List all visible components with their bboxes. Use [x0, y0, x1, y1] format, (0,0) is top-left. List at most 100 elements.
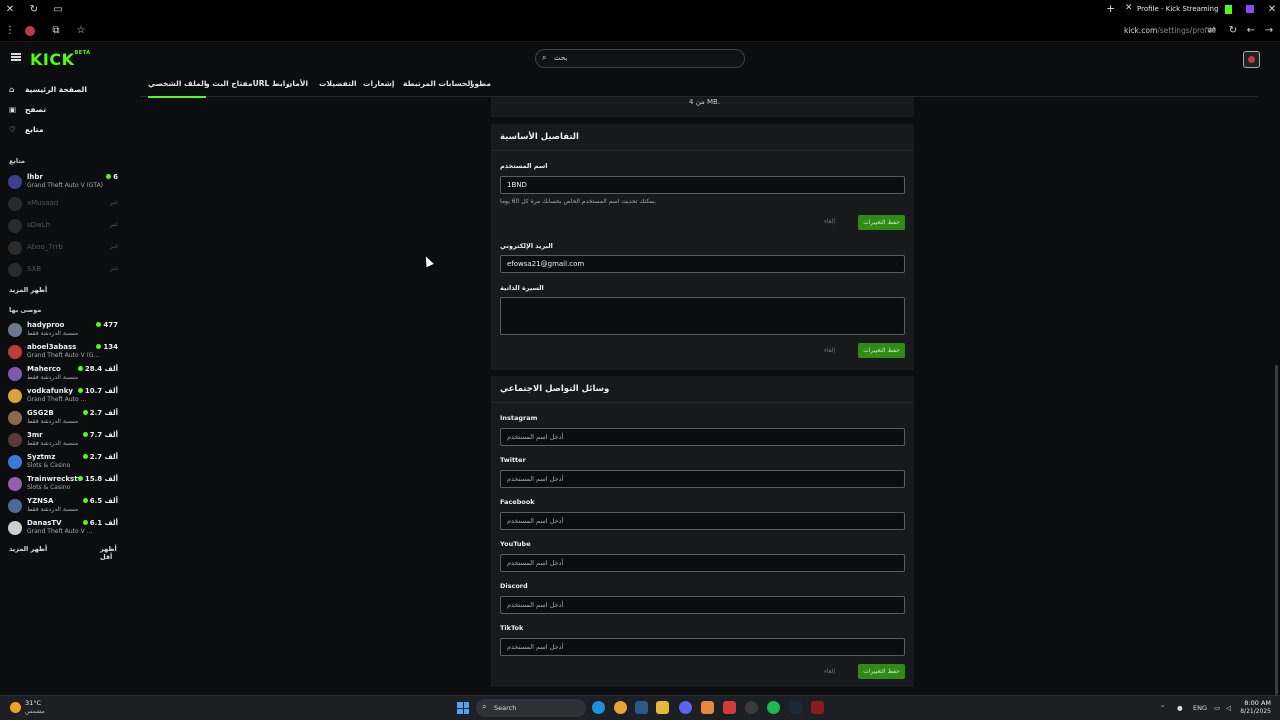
tab-close-icon[interactable]: ✕	[1125, 3, 1133, 13]
channel-item[interactable]: Maherco منصبة الدردشة فقط 28.4 ألف	[8, 364, 120, 384]
live-dot-icon	[77, 476, 83, 481]
extensions-icon[interactable]: ⧉	[49, 24, 63, 38]
sidebar-item-following[interactable]: ♡ متابع	[9, 125, 43, 134]
channel-item[interactable]: DanasTV Grand Theft Auto V ... 6.1 ألف	[8, 518, 120, 538]
clock-date[interactable]: 8/21/2025	[1236, 708, 1271, 715]
edge-icon[interactable]	[592, 701, 605, 714]
tab-connected-accounts[interactable]: الحسابات المرتبطة	[403, 79, 473, 88]
bio-textarea[interactable]	[500, 297, 905, 335]
taskbar-search[interactable]: ⌕ Search	[476, 699, 586, 717]
network-icon[interactable]: ▭	[1214, 704, 1220, 712]
channel-item[interactable]: Trainwreckstv Slots & Casino 15.8 ألف	[8, 474, 120, 494]
cancel-button[interactable]: إلغاء	[824, 218, 835, 225]
tab-security[interactable]: الأمان	[286, 79, 308, 88]
weather-temp[interactable]: 31°C	[25, 699, 41, 707]
kick-extension-icon[interactable]	[1225, 5, 1232, 14]
channel-item[interactable]: hadyproo منصبة الدردشة فقط 477	[8, 320, 120, 340]
sidebar-item-home[interactable]: ⌂ الصفحة الرئيسية	[9, 85, 87, 94]
steam-client-icon[interactable]	[789, 701, 802, 714]
channel-item[interactable]: xMusaad غير	[8, 194, 120, 214]
youtube-field[interactable]: أدخل اسم المستخدم	[500, 554, 905, 572]
window-icon[interactable]: ▭	[51, 3, 65, 17]
twitter-field[interactable]: أدخل اسم المستخدم	[500, 470, 905, 488]
viewer-count: 6	[106, 173, 118, 181]
channel-item[interactable]: Aboo_7rrb غير	[8, 238, 120, 258]
save-button[interactable]: حفظ التغييرات	[858, 664, 905, 679]
facebook-field[interactable]: أدخل اسم المستخدم	[500, 512, 905, 530]
sidebar-item-browse[interactable]: ▣ تصفح	[9, 105, 46, 114]
save-button[interactable]: حفظ التغييرات	[858, 215, 905, 230]
hamburger-menu-icon[interactable]	[11, 53, 21, 61]
tab-title[interactable]: Profile - Kick Streaming	[1137, 5, 1219, 13]
new-tab-icon[interactable]: +	[1106, 2, 1115, 15]
kick-logo[interactable]: KICKBETA	[30, 50, 91, 69]
cancel-button[interactable]: إلغاء	[824, 347, 835, 354]
discord-icon[interactable]	[679, 701, 692, 714]
mic-icon[interactable]: ●	[1177, 704, 1183, 712]
url-host: kick.com	[1124, 26, 1158, 35]
volume-icon[interactable]: ◁	[1226, 704, 1231, 712]
window-close-icon[interactable]: ✕	[1265, 3, 1279, 17]
channel-item[interactable]: SXB غير	[8, 260, 120, 280]
reload-icon[interactable]: ↻	[27, 3, 41, 17]
tab-notifications[interactable]: إشعارات	[363, 79, 394, 88]
app-red-icon[interactable]	[723, 701, 736, 714]
clock-time[interactable]: 8:00 AM	[1241, 699, 1271, 707]
obs-icon[interactable]	[745, 701, 758, 714]
language-indicator[interactable]: ENG	[1193, 704, 1207, 712]
cancel-button[interactable]: إلغاء	[824, 668, 835, 675]
menu-dots-icon[interactable]: ⋮	[3, 24, 17, 38]
channel-item[interactable]: YZNSA منصبة الدردشة فقط 6.5 ألف	[8, 496, 120, 516]
tiktok-field[interactable]: أدخل اسم المستخدم	[500, 638, 905, 656]
instagram-field[interactable]: أدخل اسم المستخدم	[500, 428, 905, 446]
weather-sun-icon[interactable]	[10, 702, 21, 713]
channel-item[interactable]: sDwLh غير	[8, 216, 120, 236]
search-input[interactable]: ⌕ بحث	[535, 49, 745, 68]
channel-item[interactable]: vodkafunky Grand Theft Auto ... 10.7 ألف	[8, 386, 120, 406]
show-more-following-link[interactable]: أظهر المزيد	[9, 286, 47, 294]
app-icon[interactable]	[701, 701, 714, 714]
tab-profile[interactable]: الملف الشخصي	[148, 79, 207, 98]
channel-item[interactable]: Syztmz Slots & Casino 2.7 ألف	[8, 452, 120, 472]
forward-icon[interactable]: →	[1262, 24, 1276, 38]
user-avatar[interactable]	[1243, 51, 1260, 68]
spotify-icon[interactable]	[767, 701, 780, 714]
app-dark-red-icon[interactable]	[811, 701, 824, 714]
channel-item[interactable]: lhbr Grand Theft Auto V (GTA) 6	[8, 172, 120, 192]
save-button[interactable]: حفظ التغييرات	[858, 343, 905, 358]
viewer-count: 2.7 ألف	[82, 409, 118, 417]
scrollbar-thumb[interactable]	[1275, 365, 1278, 695]
channel-category: منصبة الدردشة فقط	[27, 330, 79, 337]
logo-text: KICK	[30, 50, 75, 69]
show-less-link[interactable]: أظهر أقل	[100, 545, 122, 561]
settings-tabs: الملف الشخصي مفتاح البث وURL رابط الأمان…	[140, 73, 1258, 98]
refresh-icon[interactable]: ↻	[1226, 24, 1240, 38]
windows-start-icon[interactable]	[457, 702, 469, 714]
sidebar-item-label: متابع	[25, 125, 44, 134]
twitter-label: Twitter	[500, 456, 526, 464]
weather-desc[interactable]: مشمس	[25, 708, 45, 715]
twitch-extension-icon[interactable]	[1246, 5, 1254, 13]
channel-item[interactable]: aboel3abass Grand Theft Auto V (G... 134	[8, 342, 120, 362]
tune-icon[interactable]: ⇌	[1205, 24, 1219, 38]
username-field[interactable]: 1BND	[500, 176, 905, 194]
channel-item[interactable]: GSG2B منصبة الدردشة فقط 2.7 ألف	[8, 408, 120, 428]
profile-icon[interactable]	[25, 26, 35, 36]
tray-chevron-icon[interactable]: ⌃	[1160, 704, 1165, 712]
steam-icon[interactable]	[635, 701, 648, 714]
tab-developer[interactable]: مطور	[470, 79, 491, 88]
close-icon[interactable]: ✕	[3, 3, 17, 17]
discord-field[interactable]: أدخل اسم المستخدم	[500, 596, 905, 614]
email-field[interactable]: efowsa21@gmail.com	[500, 255, 905, 273]
viewer-count-value: 6	[113, 173, 118, 181]
bookmark-star-icon[interactable]: ☆	[74, 24, 88, 38]
tab-stream-key[interactable]: مفتاح البث وURL رابط	[205, 79, 290, 88]
show-more-link[interactable]: أظهر المزيد	[9, 545, 47, 553]
live-dot-icon	[82, 498, 88, 503]
chrome-icon[interactable]	[614, 701, 627, 714]
file-explorer-icon[interactable]	[656, 701, 669, 714]
channel-item[interactable]: 3mr منصبة الدردشة فقط 7.7 ألف	[8, 430, 120, 450]
address-bar[interactable]: kick.com/settings/profile	[1124, 26, 1216, 35]
tab-preferences[interactable]: التفضيلات	[319, 79, 357, 88]
back-icon[interactable]: ←	[1244, 24, 1258, 38]
